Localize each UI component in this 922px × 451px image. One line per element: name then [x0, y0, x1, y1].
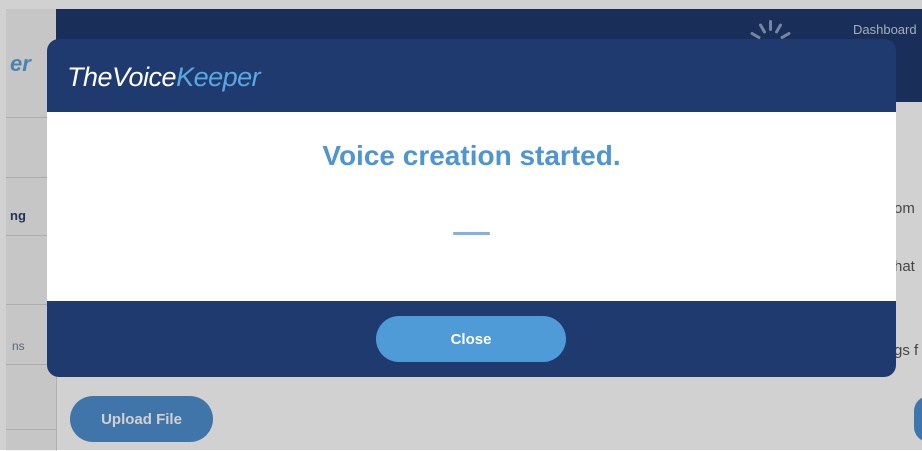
- progress-dash-indicator: [453, 232, 490, 235]
- thevoicekeeper-logo: TheVoiceKeeper: [67, 62, 261, 93]
- dialog-body: Voice creation started.: [47, 112, 896, 301]
- voice-creation-dialog: TheVoiceKeeper Voice creation started. C…: [47, 39, 896, 377]
- logo-text-the-voice: TheVoice: [67, 62, 177, 92]
- logo-text-keeper: Keeper: [176, 62, 261, 92]
- dialog-message: Voice creation started.: [322, 140, 621, 171]
- dialog-header: TheVoiceKeeper: [47, 39, 896, 112]
- close-button[interactable]: Close: [376, 316, 566, 362]
